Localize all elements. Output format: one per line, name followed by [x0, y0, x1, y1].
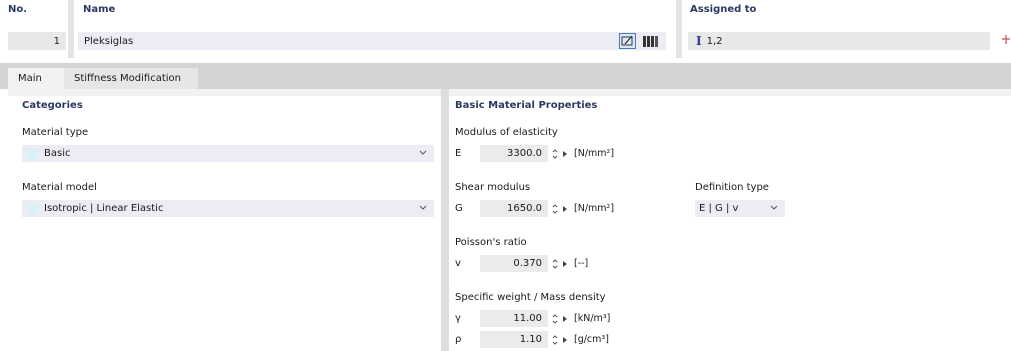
name-field[interactable]: Pleksiglas — [78, 32, 666, 50]
v-input[interactable]: 0.370 — [480, 255, 548, 272]
spinner-icon[interactable] — [551, 333, 559, 347]
play-arrow-icon[interactable] — [562, 336, 568, 344]
assigned-header: Assigned to — [690, 4, 757, 15]
color-swatch — [28, 148, 38, 159]
modulus-label: Modulus of elasticity — [455, 127, 558, 138]
basic-properties-title: Basic Material Properties — [455, 100, 598, 111]
definition-type-label: Definition type — [695, 182, 769, 193]
assigned-field[interactable]: I 1,2 — [688, 32, 990, 50]
column-divider — [441, 89, 449, 351]
gamma-unit: [kN/m³] — [574, 313, 611, 324]
color-swatch — [28, 203, 38, 214]
gamma-symbol: γ — [455, 313, 461, 324]
tab-main-label: Main — [18, 73, 42, 84]
number-value: 1 — [53, 35, 60, 47]
edit-icon[interactable] — [619, 33, 636, 49]
header-divider — [68, 0, 74, 58]
material-model-dropdown[interactable]: Isotropic | Linear Elastic — [22, 200, 434, 217]
categories-title: Categories — [22, 100, 83, 111]
play-arrow-icon[interactable] — [562, 205, 568, 213]
tab-stiffness-modification[interactable]: Stiffness Modification — [64, 68, 198, 89]
spinner-icon[interactable] — [551, 202, 559, 216]
tab-stiffness-label: Stiffness Modification — [74, 73, 181, 84]
definition-type-dropdown[interactable]: E | G | v — [695, 200, 785, 217]
definition-type-value: E | G | v — [699, 203, 739, 214]
gamma-input[interactable]: 11.00 — [480, 310, 548, 327]
play-arrow-icon[interactable] — [562, 150, 568, 158]
shear-label: Shear modulus — [455, 182, 531, 193]
e-input[interactable]: 3300.0 — [480, 145, 548, 162]
material-model-label: Material model — [22, 182, 97, 193]
poisson-label: Poisson's ratio — [455, 237, 527, 248]
assigned-value: 1,2 — [706, 35, 723, 47]
material-type-label: Material type — [22, 127, 89, 138]
material-model-value: Isotropic | Linear Elastic — [44, 203, 164, 214]
e-unit: [N/mm²] — [574, 148, 615, 159]
e-symbol: E — [455, 148, 462, 159]
rho-symbol: ρ — [455, 334, 462, 345]
rho-unit: [g/cm³] — [574, 334, 609, 345]
v-symbol: v — [455, 258, 461, 269]
header-divider-2 — [676, 0, 682, 58]
spinner-icon[interactable] — [551, 312, 559, 326]
i-beam-icon: I — [696, 34, 702, 48]
name-value: Pleksiglas — [84, 35, 134, 47]
library-icon[interactable] — [642, 34, 660, 49]
material-type-value: Basic — [44, 148, 71, 159]
play-arrow-icon[interactable] — [562, 260, 568, 268]
number-field[interactable]: 1 — [8, 32, 66, 50]
chevron-down-icon — [419, 205, 427, 210]
spinner-icon[interactable] — [551, 147, 559, 161]
chevron-down-icon — [770, 205, 778, 210]
rho-input[interactable]: 1.10 — [480, 331, 548, 348]
g-input[interactable]: 1650.0 — [480, 200, 548, 217]
play-arrow-icon[interactable] — [562, 315, 568, 323]
select-objects-icon[interactable] — [1000, 32, 1011, 50]
chevron-down-icon — [419, 150, 427, 155]
name-header: Name — [83, 4, 116, 15]
material-type-dropdown[interactable]: Basic — [22, 145, 434, 162]
no-header: No. — [8, 4, 28, 15]
g-unit: [N/mm²] — [574, 203, 615, 214]
specific-weight-label: Specific weight / Mass density — [455, 292, 606, 303]
spinner-icon[interactable] — [551, 257, 559, 271]
v-unit: [--] — [574, 258, 589, 269]
g-symbol: G — [455, 203, 463, 214]
tab-main[interactable]: Main — [8, 68, 64, 89]
